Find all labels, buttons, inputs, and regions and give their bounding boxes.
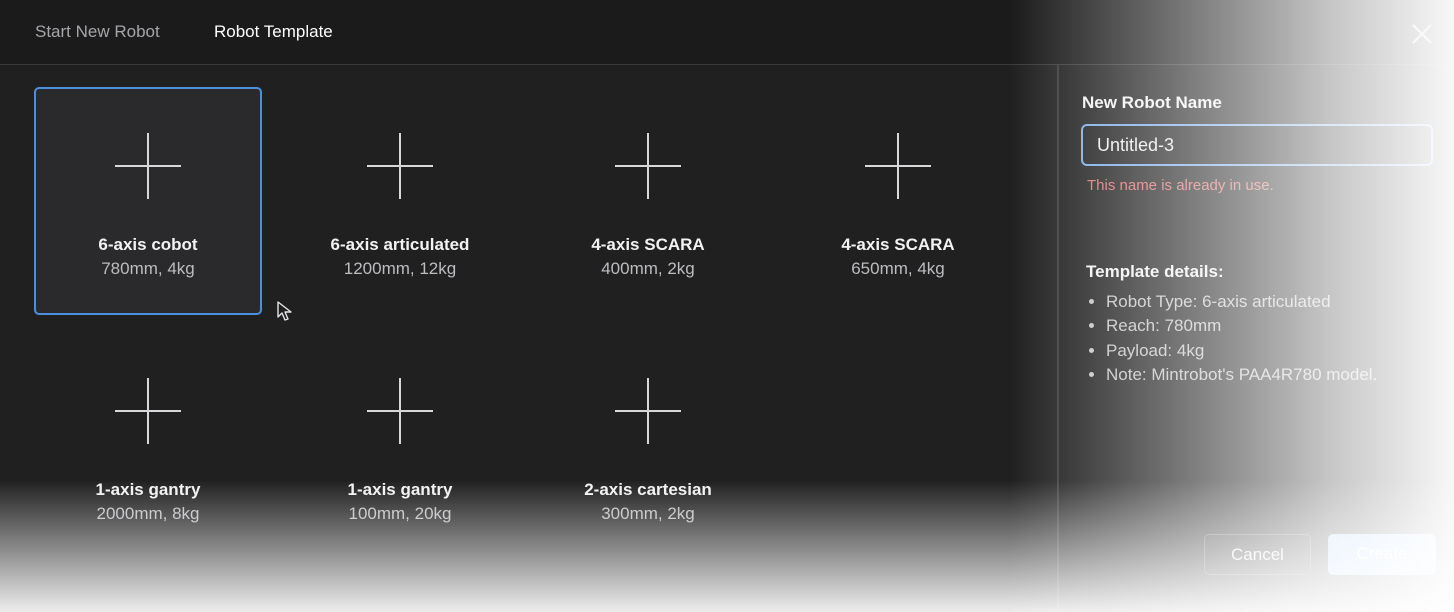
template-card-6-axis-articulated[interactable]: 6-axis articulated 1200mm, 12kg: [286, 87, 514, 315]
template-card-4-axis-scara-650[interactable]: 4-axis SCARA 650mm, 4kg: [784, 87, 1012, 315]
template-spec: 2000mm, 8kg: [96, 504, 200, 523]
detail-note: Note: Mintrobot's PAA4R780 model.: [1106, 363, 1446, 387]
template-name: 6-axis cobot: [98, 235, 198, 254]
template-name: 1-axis gantry: [347, 480, 453, 499]
template-name: 4-axis SCARA: [841, 235, 955, 254]
plus-icon: [367, 133, 433, 199]
template-name: 1-axis gantry: [95, 480, 201, 499]
plus-icon: [865, 133, 931, 199]
detail-reach: Reach: 780mm: [1106, 314, 1446, 338]
template-name: 2-axis cartesian: [584, 480, 712, 499]
detail-payload: Payload: 4kg: [1106, 339, 1446, 363]
template-spec: 100mm, 20kg: [348, 504, 452, 523]
name-error-message: This name is already in use.: [1087, 177, 1274, 194]
tab-robot-template[interactable]: Robot Template: [214, 21, 333, 43]
create-button[interactable]: Create: [1328, 534, 1436, 575]
cancel-button[interactable]: Cancel: [1204, 534, 1311, 575]
close-icon[interactable]: [1404, 16, 1440, 52]
detail-robot-type: Robot Type: 6-axis articulated: [1106, 290, 1446, 314]
plus-icon: [615, 378, 681, 444]
template-spec: 1200mm, 12kg: [343, 259, 457, 278]
template-name: 6-axis articulated: [330, 235, 470, 254]
mouse-pointer-icon: [277, 301, 292, 321]
template-card-1-axis-gantry-2000[interactable]: 1-axis gantry 2000mm, 8kg: [34, 332, 262, 560]
template-card-4-axis-scara-400[interactable]: 4-axis SCARA 400mm, 2kg: [534, 87, 762, 315]
plus-icon: [367, 378, 433, 444]
template-details-list: Robot Type: 6-axis articulated Reach: 78…: [1086, 290, 1446, 387]
template-card-2-axis-cartesian[interactable]: 2-axis cartesian 300mm, 2kg: [534, 332, 762, 560]
robot-name-input[interactable]: [1081, 124, 1433, 166]
template-spec: 650mm, 4kg: [851, 259, 945, 278]
dialog-header: Start New Robot Robot Template: [0, 0, 1454, 65]
template-card-6-axis-cobot[interactable]: 6-axis cobot 780mm, 4kg: [34, 87, 262, 315]
template-spec: 780mm, 4kg: [101, 259, 195, 278]
plus-icon: [615, 133, 681, 199]
tab-start-new-robot[interactable]: Start New Robot: [35, 21, 160, 43]
plus-icon: [115, 378, 181, 444]
robot-name-label: New Robot Name: [1082, 93, 1222, 112]
template-name: 4-axis SCARA: [591, 235, 705, 254]
robot-dialog: Start New Robot Robot Template 6-axis co…: [0, 0, 1454, 612]
template-details-title: Template details:: [1086, 262, 1224, 281]
template-spec: 400mm, 2kg: [601, 259, 695, 278]
plus-icon: [115, 133, 181, 199]
template-card-1-axis-gantry-100[interactable]: 1-axis gantry 100mm, 20kg: [286, 332, 514, 560]
template-spec: 300mm, 2kg: [601, 504, 695, 523]
